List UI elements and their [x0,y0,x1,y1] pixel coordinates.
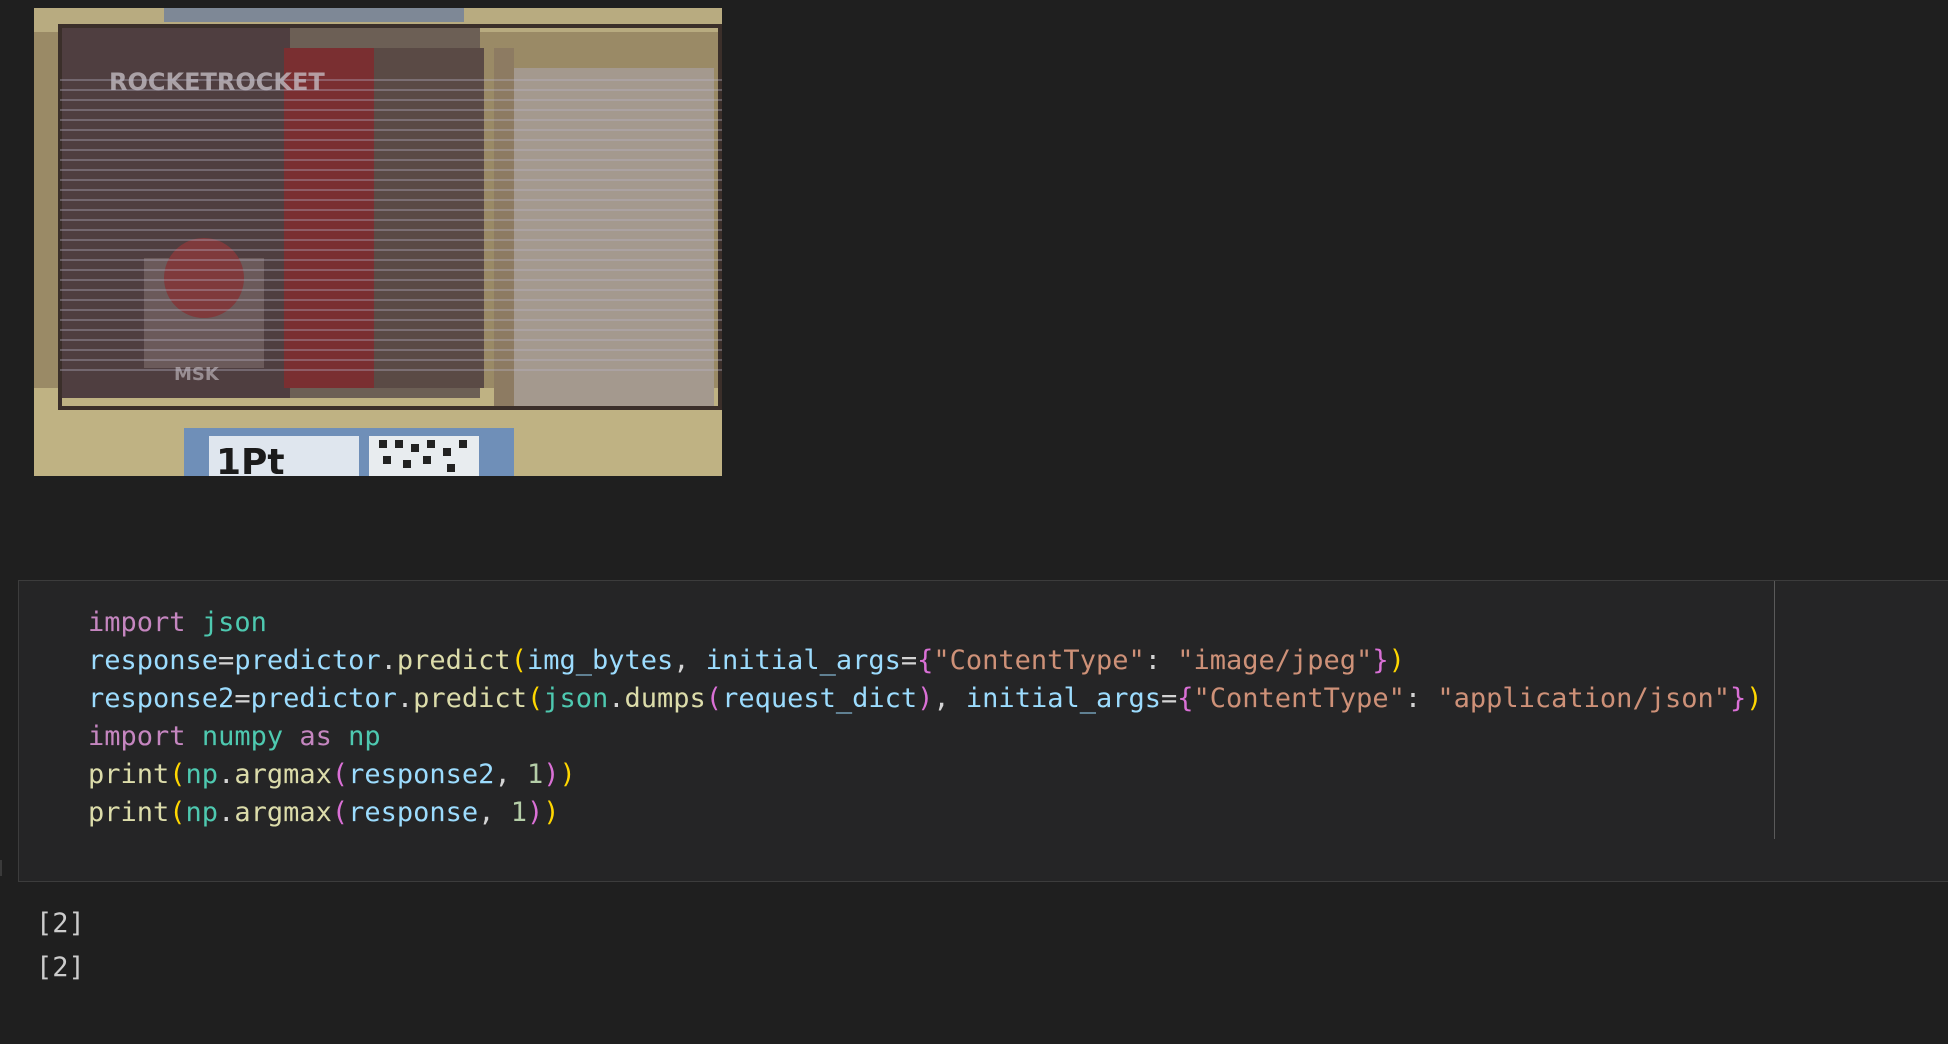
code-token: ) [543,759,560,790]
code-token: } [1729,683,1747,714]
code-token: initial_args [705,645,901,676]
code-token: : [1144,645,1178,676]
code-token: predict [396,645,511,676]
cell-gutter-marker [0,860,2,876]
code-line[interactable]: print(np.argmax(response2, 1)) [88,756,1763,794]
code-token: ) [1746,683,1763,714]
code-token: , [933,683,966,714]
code-token: response2 [88,683,235,714]
code-token: "ContentType" [1193,683,1405,714]
output-line: [2] [36,952,85,983]
notebook-view: ROCKETROCKET MSK 1Pt import json respons… [0,0,1948,1044]
code-token: = [900,645,918,676]
code-token: ) [559,759,576,790]
code-token: 1 [510,797,527,828]
price-tag-text: 1Pt [216,442,285,476]
code-token: json [201,607,267,638]
code-token: , [494,759,527,790]
code-token: request_dict [722,683,918,714]
code-token: img_bytes [526,645,674,676]
code-token: ( [705,683,723,714]
output-line: [2] [36,908,85,939]
code-token: ( [169,759,186,790]
code-token: . [218,797,235,828]
editor-ruler [1774,581,1775,839]
code-editor[interactable]: import json response=predictor.predict(im… [88,604,1763,832]
code-token: ( [526,683,544,714]
code-line[interactable]: response2=predictor.predict(json.dumps(r… [88,680,1763,718]
shelf-photo: ROCKETROCKET MSK 1Pt [34,8,722,476]
code-token: np [185,759,219,790]
code-token: : [1404,683,1438,714]
code-token: ) [917,683,934,714]
code-token: . [608,683,625,714]
code-line[interactable]: import json [88,604,1763,642]
code-token: print [88,797,170,828]
code-token: "image/jpeg" [1177,645,1373,676]
code-token: ) [526,797,544,828]
code-token: predictor [250,683,397,714]
code-token: ) [543,797,560,828]
code-token: = [234,683,251,714]
code-token: . [396,683,414,714]
code-token: . [380,645,397,676]
code-token: , [673,645,706,676]
code-token: predictor [234,645,381,676]
code-token: = [1161,683,1178,714]
code-token: { [1177,683,1194,714]
code-token: json [543,683,609,714]
code-token: np [348,721,381,752]
code-token: = [218,645,235,676]
code-line[interactable]: print(np.argmax(response, 1)) [88,794,1763,832]
code-token: "application/json" [1437,683,1730,714]
carton-brand-text: ROCKETROCKET [109,68,325,96]
code-line[interactable]: response=predictor.predict(img_bytes, in… [88,642,1763,680]
code-token: 1 [526,759,544,790]
code-token: response2 [348,759,495,790]
code-token: ) [1388,645,1405,676]
code-token: initial_args [965,683,1161,714]
code-token: dumps [624,683,706,714]
code-token: as [299,721,332,752]
code-token: import [88,721,186,752]
cell-output: [2] [2] [36,902,85,990]
code-token: import [88,607,186,638]
code-line[interactable]: import numpy as np [88,718,1763,756]
code-token: } [1372,645,1389,676]
code-token: ( [331,797,349,828]
code-token: . [218,759,235,790]
carton-bottom-text: MSK [174,364,220,385]
code-token: response [88,645,219,676]
code-token: argmax [234,759,332,790]
code-token: ( [331,759,349,790]
code-token: { [917,645,934,676]
code-token: ( [510,645,527,676]
code-token: predict [413,683,527,714]
output-image: ROCKETROCKET MSK 1Pt [34,8,722,476]
code-token: print [88,759,170,790]
code-token: , [478,797,511,828]
code-token: np [185,797,219,828]
code-token: numpy [201,721,284,752]
code-token: argmax [234,797,332,828]
code-token: response [348,797,479,828]
code-token: ( [169,797,186,828]
code-token: "ContentType" [933,645,1145,676]
